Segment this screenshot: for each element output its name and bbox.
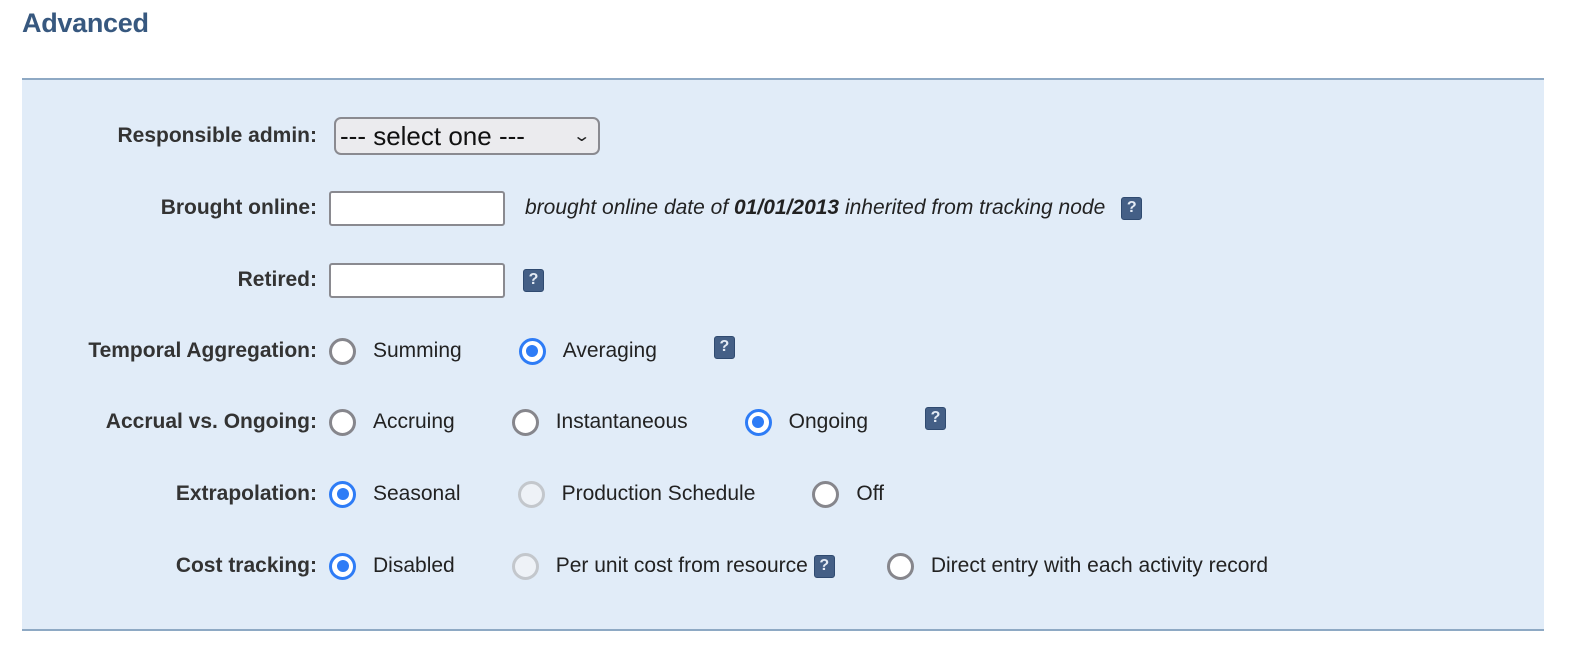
temporal-aggregation-row: Temporal Aggregation: Summing Averaging … [22,331,735,371]
help-icon[interactable]: ? [713,335,735,359]
chevron-down-icon: ⌄ [571,128,591,145]
radio-seasonal[interactable] [329,480,356,508]
note-prefix: brought online date of [525,196,734,219]
radio-label: Accruing [373,410,455,433]
brought-online-row: Brought online: brought online date of 0… [22,188,1143,228]
accrual-row: Accrual vs. Ongoing: Accruing Instantane… [22,402,947,442]
responsible-admin-row: Responsible admin: --- select one --- ⌄ [22,116,600,156]
advanced-panel: Responsible admin: --- select one --- ⌄ … [22,78,1544,631]
responsible-admin-label: Responsible admin: [117,124,317,147]
radio-option-summing[interactable]: Summing [329,337,462,365]
radio-per-unit-cost[interactable] [511,552,539,580]
radio-label: Ongoing [788,410,869,433]
radio-label: Averaging [562,339,657,362]
radio-option-accruing[interactable]: Accruing [329,408,455,436]
radio-direct-entry[interactable] [886,552,914,580]
cost-tracking-label: Cost tracking: [175,554,317,577]
radio-accruing[interactable] [329,408,356,436]
help-icon[interactable]: ? [1121,196,1143,220]
radio-option-seasonal[interactable]: Seasonal [329,480,461,508]
radio-label: Off [856,482,885,505]
help-icon[interactable]: ? [813,554,835,578]
cost-tracking-row: Cost tracking: Disabled Per unit cost fr… [22,546,1325,586]
section-title: Advanced [22,8,149,38]
extrapolation-label: Extrapolation: [175,482,317,505]
radio-production-schedule[interactable] [517,480,545,508]
radio-averaging[interactable] [518,337,546,365]
radio-label: Summing [373,339,462,362]
help-icon[interactable]: ? [925,406,947,430]
radio-summing[interactable] [329,337,356,365]
radio-option-averaging[interactable]: Averaging [518,337,657,365]
brought-online-input[interactable] [329,190,505,226]
radio-label: Instantaneous [555,410,688,433]
brought-online-label: Brought online: [160,196,317,219]
radio-option-disabled[interactable]: Disabled [329,552,455,580]
responsible-admin-select[interactable]: --- select one --- ⌄ [334,117,600,155]
radio-label: Disabled [373,554,455,577]
retired-input[interactable] [329,262,505,298]
radio-label: Seasonal [373,482,461,505]
radio-option-ongoing[interactable]: Ongoing [744,408,869,436]
retired-label: Retired: [237,268,317,291]
temporal-aggregation-group: Summing Averaging ? [329,335,735,365]
radio-ongoing[interactable] [744,408,772,436]
radio-option-per-unit-cost[interactable]: Per unit cost from resource ? [511,552,835,580]
radio-option-direct-entry[interactable]: Direct entry with each activity record [886,552,1269,580]
temporal-aggregation-label: Temporal Aggregation: [88,339,317,362]
radio-off[interactable] [812,480,840,508]
brought-online-note: brought online date of 01/01/2013 inheri… [525,196,1105,220]
radio-label: Direct entry with each activity record [930,554,1269,577]
accrual-label: Accrual vs. Ongoing: [105,410,317,433]
radio-label: Per unit cost from resource [555,554,808,577]
extrapolation-row: Extrapolation: Seasonal Production Sched… [22,474,941,514]
extrapolation-group: Seasonal Production Schedule Off [329,480,941,508]
radio-option-production-schedule[interactable]: Production Schedule [517,480,756,508]
radio-instantaneous[interactable] [511,408,539,436]
radio-label: Production Schedule [561,482,756,505]
responsible-admin-selected: --- select one --- [340,120,525,151]
note-date: 01/01/2013 [734,196,840,219]
note-suffix: inherited from tracking node [839,196,1106,219]
help-icon[interactable]: ? [523,268,544,292]
retired-row: Retired: ? [22,260,544,300]
radio-option-instantaneous[interactable]: Instantaneous [511,408,688,436]
radio-option-off[interactable]: Off [812,480,885,508]
radio-disabled[interactable] [329,552,356,580]
accrual-group: Accruing Instantaneous Ongoing ? [329,406,947,436]
cost-tracking-group: Disabled Per unit cost from resource ? D… [329,552,1325,580]
